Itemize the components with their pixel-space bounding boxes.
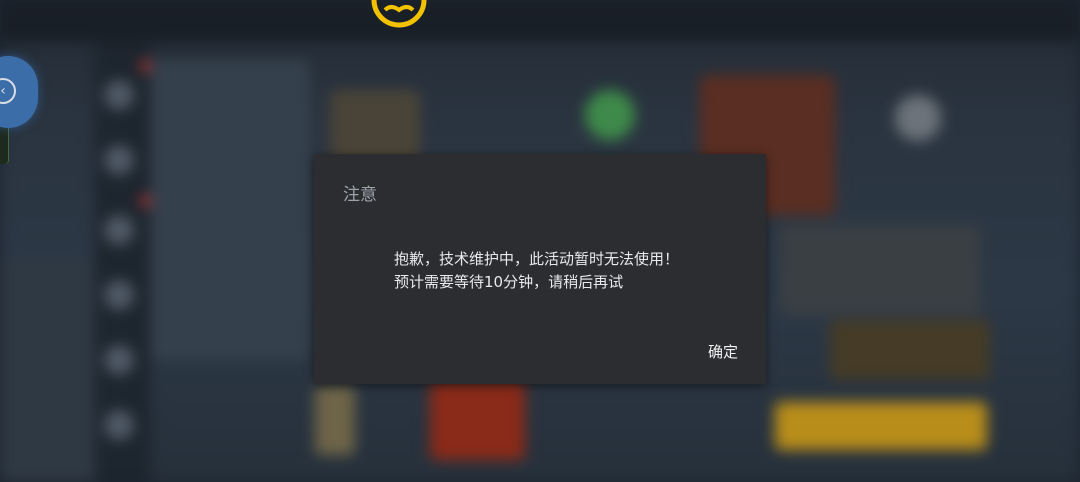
screen: ‹ 注意 抱歉，技术维护中，此活动暂时无法使用！ 预计需要等待10分钟，请稍后再… <box>0 0 1080 482</box>
dialog-message-line1: 抱歉，技术维护中，此活动暂时无法使用！ <box>394 250 680 268</box>
background-top-bar <box>0 0 1080 42</box>
dialog-message-line2: 预计需要等待10分钟，请稍后再试 <box>394 273 624 291</box>
notice-dialog: 注意 抱歉，技术维护中，此活动暂时无法使用！ 预计需要等待10分钟，请稍后再试 … <box>314 154 766 384</box>
gold-ring-logo-icon <box>371 0 427 28</box>
dialog-title: 注意 <box>343 185 377 205</box>
dialog-message: 抱歉，技术维护中，此活动暂时无法使用！ 预计需要等待10分钟，请稍后再试 <box>394 248 679 294</box>
confirm-button[interactable]: 确定 <box>708 341 738 362</box>
